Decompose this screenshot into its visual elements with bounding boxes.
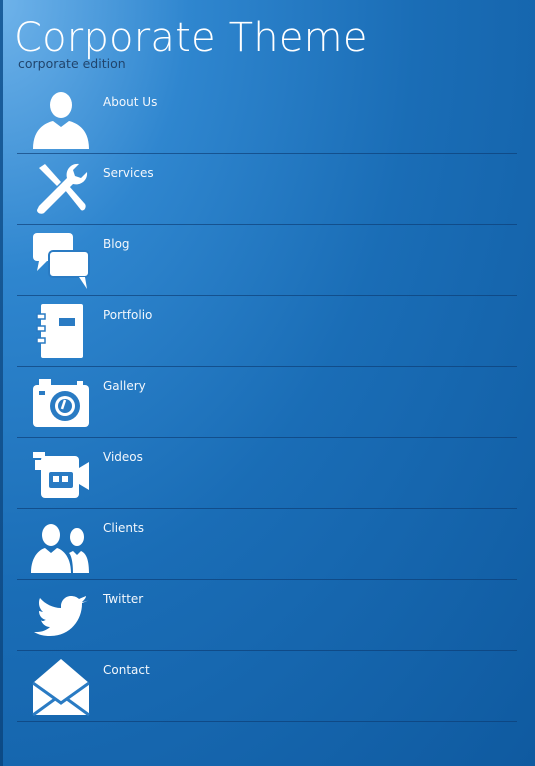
twitter-bird-icon xyxy=(31,586,91,646)
menu-item-label: Gallery xyxy=(103,379,146,393)
menu-item-label: Videos xyxy=(103,450,143,464)
menu-item-label: Clients xyxy=(103,521,144,535)
menu-item-gallery[interactable]: Gallery xyxy=(17,367,517,438)
menu-item-services[interactable]: Services xyxy=(17,154,517,225)
users-icon xyxy=(31,515,91,575)
envelope-icon xyxy=(31,657,91,717)
camera-icon xyxy=(31,373,91,433)
main-menu: About Us Services Blog Portfolio Gallery… xyxy=(17,83,517,722)
left-edge-border xyxy=(0,0,3,766)
menu-item-clients[interactable]: Clients xyxy=(17,509,517,580)
menu-item-portfolio[interactable]: Portfolio xyxy=(17,296,517,367)
menu-item-label: Portfolio xyxy=(103,308,153,322)
menu-item-blog[interactable]: Blog xyxy=(17,225,517,296)
site-title[interactable]: Corporate Theme xyxy=(14,14,368,62)
site-subtitle: corporate edition xyxy=(18,56,126,71)
menu-item-contact[interactable]: Contact xyxy=(17,651,517,722)
notebook-icon xyxy=(31,302,91,362)
menu-item-label: Twitter xyxy=(103,592,144,606)
menu-item-twitter[interactable]: Twitter xyxy=(17,580,517,651)
menu-item-label: About Us xyxy=(103,95,158,109)
site-header: Corporate Theme corporate edition xyxy=(14,14,368,71)
chat-bubbles-icon xyxy=(31,231,91,291)
user-icon xyxy=(31,89,91,149)
tools-icon xyxy=(31,160,91,220)
menu-item-about-us[interactable]: About Us xyxy=(17,83,517,154)
menu-item-label: Contact xyxy=(103,663,150,677)
menu-item-videos[interactable]: Videos xyxy=(17,438,517,509)
menu-item-label: Services xyxy=(103,166,154,180)
menu-item-label: Blog xyxy=(103,237,130,251)
video-camera-icon xyxy=(31,444,91,504)
